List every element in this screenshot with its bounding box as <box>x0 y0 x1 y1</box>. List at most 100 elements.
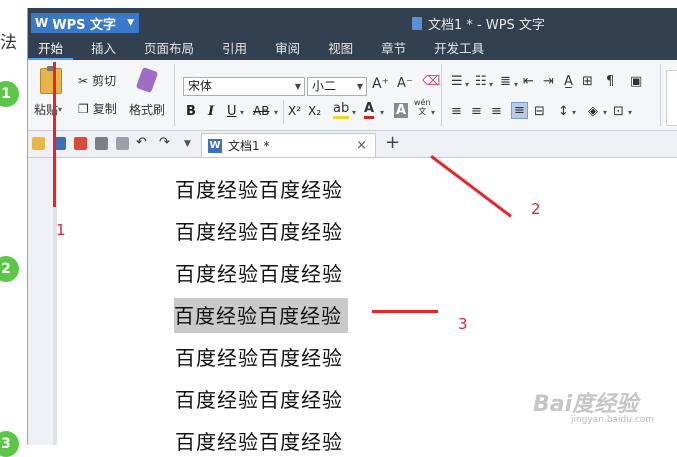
chevron-down-icon: ▼ <box>356 82 363 91</box>
chevron-down-icon[interactable]: ▾ <box>352 108 356 117</box>
paste-button[interactable]: 粘贴 ▾ <box>34 101 62 118</box>
multilevel-list-icon[interactable]: ≣ <box>500 74 511 89</box>
bold-button[interactable]: B <box>186 104 196 119</box>
document-tab-label: 文档1 * <box>228 139 270 153</box>
align-right-icon[interactable]: ≡ <box>491 104 502 119</box>
align-center-icon[interactable]: ≡ <box>471 104 482 119</box>
annotation-label-1: 1 <box>56 221 66 239</box>
decrease-indent-icon[interactable]: ⇤ <box>523 74 534 89</box>
chevron-down-icon[interactable]: ▾ <box>572 108 576 117</box>
text-direction-icon[interactable]: A̲ <box>564 74 573 89</box>
cut-button[interactable]: ✂ 剪切 <box>78 72 116 89</box>
chevron-down-icon[interactable]: ▾ <box>628 108 632 117</box>
font-color-button[interactable]: A <box>364 102 375 119</box>
title-bar: W WPS 文字 ▼ 文档1 * - WPS 文字 开始 插入 页面布局 引用 … <box>28 8 677 60</box>
open-folder-icon[interactable] <box>32 137 45 150</box>
shading-fill-icon[interactable]: ◈ <box>588 104 598 119</box>
show-marks-icon[interactable]: ¶ <box>606 74 614 89</box>
tab-review[interactable]: 审阅 <box>265 38 310 60</box>
font-size-value: 小二 <box>312 79 337 93</box>
redo-icon[interactable]: ↷ <box>159 135 170 150</box>
increase-indent-icon[interactable]: ⇥ <box>543 74 554 89</box>
distributed-align-icon[interactable]: ⊟ <box>534 104 545 119</box>
align-left-icon[interactable]: ≡ <box>451 104 462 119</box>
borders-icon[interactable]: ⊡ <box>613 104 624 119</box>
chevron-down-icon[interactable]: ▾ <box>514 80 518 89</box>
italic-button[interactable]: I <box>208 104 214 119</box>
close-tab-button[interactable]: × <box>356 138 367 153</box>
document-icon <box>412 17 422 30</box>
copy-icon: ❐ <box>78 101 89 116</box>
wps-logo-icon: W <box>35 16 49 30</box>
document-line[interactable]: 百度经验百度经验 <box>175 258 343 287</box>
chevron-down-icon[interactable]: ▾ <box>489 80 493 89</box>
tab-developer[interactable]: 开发工具 <box>424 38 494 60</box>
separator <box>660 64 661 126</box>
font-size-select[interactable]: 小二 ▼ <box>307 77 367 96</box>
tab-references[interactable]: 引用 <box>212 38 257 60</box>
document-line[interactable]: 百度经验百度经验 <box>175 426 343 455</box>
print-preview-icon[interactable] <box>116 137 129 150</box>
table-icon[interactable]: ⊞ <box>582 74 593 89</box>
undo-icon[interactable]: ↶ <box>136 135 147 150</box>
step-circle-1: 1 <box>0 81 19 107</box>
justify-icon[interactable]: ≡ <box>511 102 528 119</box>
app-name: WPS 文字 <box>52 17 117 33</box>
tab-home[interactable]: 开始 <box>28 38 74 60</box>
strikethrough-button[interactable]: AB <box>253 104 269 118</box>
page-setup-icon[interactable]: ▣ <box>630 74 642 89</box>
chevron-down-icon[interactable]: ▾ <box>465 80 469 89</box>
document-line-selected[interactable]: 百度经验百度经验 <box>174 298 348 333</box>
chevron-down-icon: ▾ <box>58 105 63 114</box>
customize-toolbar-chevron-icon[interactable]: ▼ <box>184 139 191 149</box>
chevron-down-icon[interactable]: ▾ <box>603 108 607 117</box>
clear-format-icon[interactable]: ⌫ <box>422 74 440 89</box>
tab-page-layout[interactable]: 页面布局 <box>134 38 204 60</box>
print-icon[interactable] <box>95 137 108 150</box>
bullet-list-icon[interactable]: ☰ <box>451 74 463 89</box>
character-shading-button[interactable]: A <box>394 103 408 118</box>
wps-writer-window: W WPS 文字 ▼ 文档1 * - WPS 文字 开始 插入 页面布局 引用 … <box>27 8 677 454</box>
separator <box>283 100 284 124</box>
chevron-down-icon[interactable]: ▾ <box>431 108 435 117</box>
menu-bar: 开始 插入 页面布局 引用 审阅 视图 章节 开发工具 <box>28 38 502 60</box>
watermark-url: jingyan.baidu.com <box>571 415 655 425</box>
copy-button[interactable]: ❐ 复制 <box>78 100 117 117</box>
chevron-down-icon: ▼ <box>294 82 301 91</box>
numbered-list-icon[interactable]: ☷ <box>475 74 487 89</box>
shrink-font-button[interactable]: A⁻ <box>397 76 413 91</box>
copy-label: 复制 <box>92 102 117 116</box>
chevron-down-icon: ▼ <box>127 18 134 28</box>
font-name-select[interactable]: 宋体 ▼ <box>183 77 305 96</box>
superscript-button[interactable]: X² <box>288 104 301 118</box>
writer-doc-icon: W <box>208 138 222 153</box>
step-circle-2: 2 <box>0 256 19 282</box>
tab-insert[interactable]: 插入 <box>81 38 126 60</box>
step-circle-3: 3 <box>0 431 19 457</box>
subscript-button[interactable]: X₂ <box>308 104 321 118</box>
format-painter-icon[interactable] <box>135 66 159 94</box>
background-text: 法 <box>0 33 17 53</box>
chevron-down-icon[interactable]: ▾ <box>380 108 384 117</box>
chevron-down-icon[interactable]: ▾ <box>274 108 278 117</box>
wps-app-menu-button[interactable]: W WPS 文字 ▼ <box>31 13 139 33</box>
line-spacing-icon[interactable]: ↕ <box>558 104 569 119</box>
format-painter-button[interactable]: 格式刷 <box>129 101 165 118</box>
document-line[interactable]: 百度经验百度经验 <box>175 384 343 413</box>
tab-view[interactable]: 视图 <box>318 38 363 60</box>
document-line[interactable]: 百度经验百度经验 <box>175 342 343 371</box>
document-line[interactable]: 百度经验百度经验 <box>175 174 343 203</box>
underline-button[interactable]: U <box>227 104 237 119</box>
ribbon-toolbar: 粘贴 ▾ ✂ 剪切 ❐ 复制 格式刷 宋体 ▼ 小二 ▼ A⁺ A⁻ ⌫ B I… <box>28 60 677 131</box>
paste-icon[interactable] <box>40 66 62 94</box>
styles-gallery[interactable] <box>666 70 677 126</box>
tab-sections[interactable]: 章节 <box>371 38 416 60</box>
export-pdf-icon[interactable] <box>74 137 87 150</box>
pinyin-guide-button[interactable]: wén 文 <box>414 98 431 116</box>
grow-font-button[interactable]: A⁺ <box>372 76 389 92</box>
new-tab-button[interactable]: + <box>385 132 400 153</box>
highlight-color-icon[interactable]: ab <box>333 102 350 119</box>
document-line[interactable]: 百度经验百度经验 <box>175 216 343 245</box>
document-tab[interactable]: W 文档1 * × <box>201 133 376 157</box>
chevron-down-icon[interactable]: ▾ <box>240 108 244 117</box>
